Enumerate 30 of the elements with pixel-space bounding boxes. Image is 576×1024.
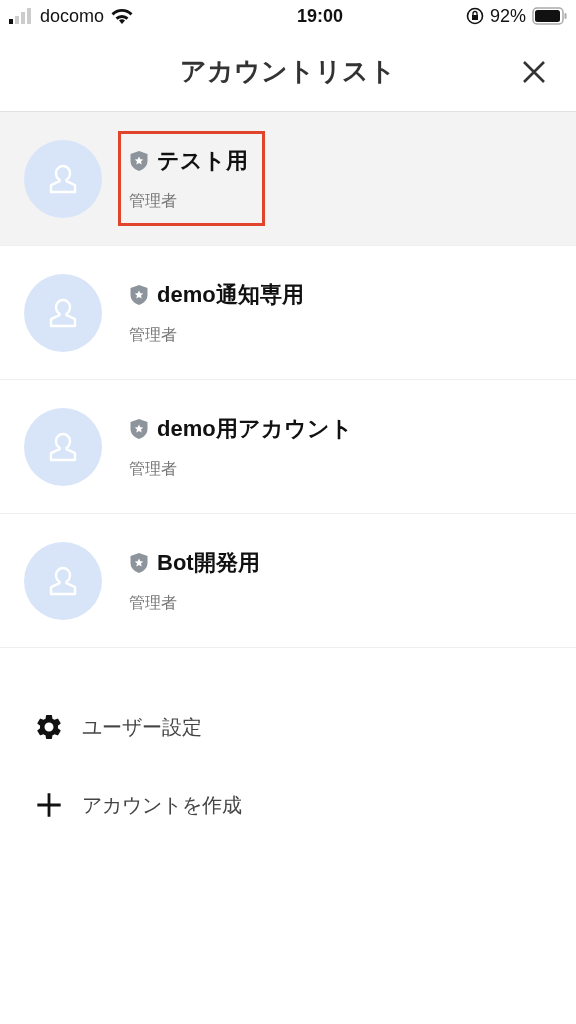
clock-time: 19:00 — [296, 4, 344, 28]
account-name: demo用アカウント — [157, 415, 353, 443]
person-icon — [48, 564, 78, 597]
account-role: 管理者 — [129, 459, 178, 479]
battery-percent: 92% — [489, 4, 526, 28]
settings-icon — [34, 712, 64, 742]
account-name: Bot開発用 — [157, 549, 260, 577]
shield-icon — [129, 283, 149, 306]
account-name: テスト用 — [157, 147, 248, 175]
account-role: 管理者 — [129, 191, 178, 211]
signal-icon — [8, 8, 34, 24]
shield-icon — [129, 551, 149, 574]
person-icon — [48, 162, 78, 195]
carrier-name: docomo — [40, 4, 105, 28]
person-icon — [48, 296, 78, 329]
rotation-lock-icon — [465, 7, 484, 25]
header-title: アカウントリスト — [180, 55, 396, 88]
account-role: 管理者 — [129, 325, 178, 345]
close-icon — [522, 60, 546, 84]
menu-item[interactable]: アカウントを作成 — [0, 766, 576, 844]
menu-item[interactable]: ユーザー設定 — [0, 688, 576, 766]
plus-icon — [35, 791, 63, 819]
person-icon — [48, 430, 78, 463]
account-role: 管理者 — [129, 593, 178, 613]
account-name: demo通知専用 — [157, 281, 304, 309]
account-item[interactable]: テスト用 管理者 — [0, 112, 576, 246]
shield-icon — [129, 149, 149, 172]
battery-icon — [532, 7, 568, 25]
shield-icon — [129, 417, 149, 440]
wifi-icon — [110, 7, 135, 25]
